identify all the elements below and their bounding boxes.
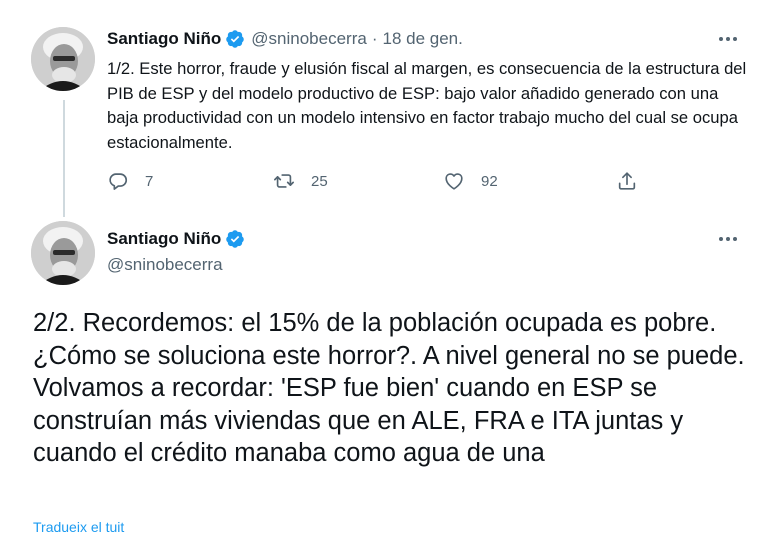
verified-badge-icon (225, 29, 245, 49)
verified-badge-icon (225, 229, 245, 249)
reply-button[interactable]: 7 (107, 170, 153, 192)
share-icon (616, 170, 638, 192)
more-dots-icon (719, 37, 737, 41)
avatar[interactable] (31, 27, 95, 91)
separator-dot: · (371, 29, 378, 48)
heart-icon (443, 170, 465, 192)
more-options-button[interactable] (715, 229, 741, 249)
tweet-text: 2/2. Recordemos: el 15% de la población … (33, 309, 745, 467)
retweet-count: 25 (311, 172, 328, 190)
reply-count: 7 (145, 172, 154, 190)
retweet-button[interactable]: 25 (273, 170, 328, 192)
more-options-button[interactable] (715, 29, 741, 49)
share-button[interactable] (616, 170, 638, 192)
tweet-date[interactable]: 18 de gen. (383, 29, 463, 49)
retweet-icon (273, 170, 295, 192)
author-handle[interactable]: @sninobecerra (107, 255, 223, 275)
avatar[interactable] (31, 221, 95, 285)
avatar-photo (31, 221, 95, 285)
translate-tweet-link[interactable]: Tradueix el tuit (33, 519, 124, 535)
tweet-author-row: Santiago Niño (107, 229, 245, 249)
tweet-author-row: Santiago Niño @sninobecerra · 18 de gen. (107, 29, 463, 49)
tweet-action-bar: 7 25 92 (107, 170, 652, 196)
author-name[interactable]: Santiago Niño (107, 229, 221, 249)
thread-connector-line (63, 100, 65, 217)
like-button[interactable]: 92 (443, 170, 498, 192)
author-handle[interactable]: @sninobecerra (251, 29, 367, 49)
author-name[interactable]: Santiago Niño (107, 29, 221, 49)
avatar-photo (31, 27, 95, 91)
reply-icon (107, 170, 129, 192)
like-count: 92 (481, 172, 498, 190)
tweet-text: 1/2. Este horror, fraude y elusión fisca… (107, 59, 747, 152)
more-dots-icon (719, 237, 737, 241)
